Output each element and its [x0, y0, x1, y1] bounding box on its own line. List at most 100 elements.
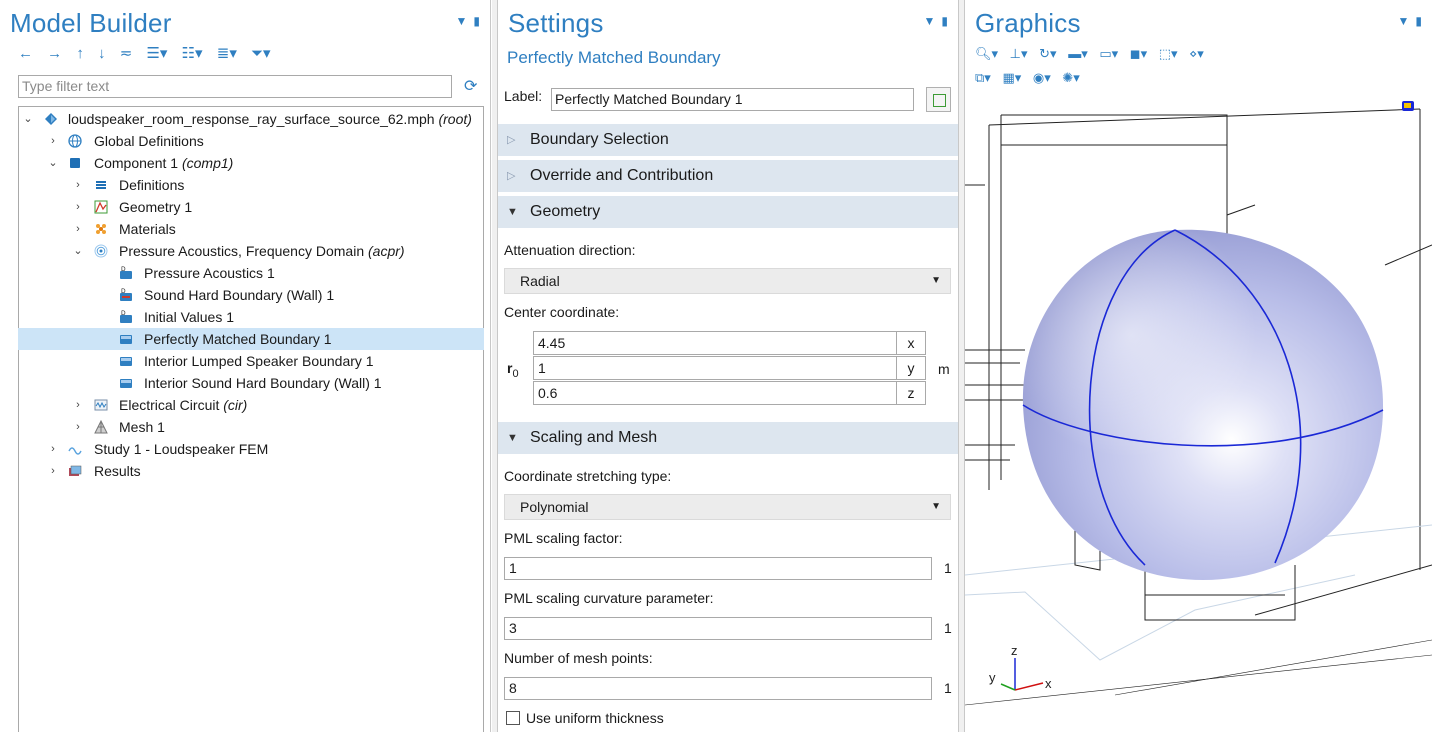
model-tree: ⌄ loudspeaker_room_response_ray_surface_… [18, 108, 484, 482]
move-left-icon[interactable]: ← [18, 45, 33, 62]
grid-icon[interactable]: ▦▾ [1002, 70, 1021, 86]
domain-feature-icon: D [120, 266, 132, 279]
rotate-icon[interactable]: ↻▾ [1039, 46, 1056, 62]
print-icon[interactable]: ▭▾ [1099, 46, 1118, 62]
tree-node-geometry[interactable]: › Geometry 1 [18, 196, 484, 218]
move-down-icon[interactable]: ↓ [98, 45, 106, 62]
pin-icon[interactable]: ▮ [1415, 14, 1422, 28]
tree-node-study[interactable]: › Study 1 - Loudspeaker FEM [18, 438, 484, 460]
pin-icon[interactable]: ▮ [941, 14, 948, 28]
chevron-right-icon: ▷ [507, 134, 516, 146]
refresh-icon[interactable]: ⟳ [464, 76, 477, 96]
panel-menu-icon[interactable]: ▼ [456, 14, 468, 28]
chevron-down-icon: ▼ [507, 206, 518, 218]
boundary-feature-icon [120, 379, 132, 388]
collapse-sections-icon[interactable]: ☷▾ [182, 44, 203, 62]
axis-view-icon[interactable]: ⊥▾ [1010, 46, 1028, 62]
selection-mode-icon[interactable]: ⋄▾ [1189, 46, 1204, 62]
tree-node-label: Materials [119, 221, 176, 237]
section-title: Scaling and Mesh [530, 429, 658, 446]
section-scaling-mesh[interactable]: ▼ Scaling and Mesh [498, 422, 958, 454]
zoom-icon[interactable]: 🔍︎▾ [975, 46, 998, 62]
move-up-icon[interactable]: ↑ [76, 45, 84, 62]
model-builder-toolbar: ← → ↑ ↓ ≂ ☰▾ ☷▾ ≣▾ ⏷▾ [18, 44, 281, 62]
tree-node-electrical-circuit[interactable]: › Electrical Circuit (cir) [18, 394, 484, 416]
model-builder-panel: Model Builder ▼ ▮ ← → ↑ ↓ ≂ ☰▾ ☷▾ ≣▾ ⏷▾ T… [0, 0, 491, 732]
filter-icon[interactable]: ⏷▾ [251, 44, 271, 62]
chevron-down-icon[interactable]: ⌄ [47, 152, 59, 174]
center-x-input[interactable]: 4.45 [533, 331, 897, 355]
tree-node-definitions[interactable]: › Definitions [18, 174, 484, 196]
model-file-icon [45, 113, 57, 125]
camera-icon[interactable]: ◼▾ [1130, 46, 1147, 62]
domain-feature-icon: D [120, 310, 132, 323]
svg-text:D: D [121, 266, 126, 273]
filter-input[interactable]: Type filter text [18, 75, 452, 98]
chevron-right-icon[interactable]: › [72, 218, 84, 240]
tree-node-materials[interactable]: › Materials [18, 218, 484, 240]
section-boundary-selection[interactable]: ▷ Boundary Selection [498, 124, 958, 156]
chevron-right-icon[interactable]: › [72, 196, 84, 218]
lighting-icon[interactable]: ✺▾ [1062, 70, 1079, 86]
chevron-right-icon[interactable]: › [47, 130, 59, 152]
chevron-right-icon[interactable]: › [72, 174, 84, 196]
render-icon[interactable]: ▬▾ [1068, 46, 1088, 62]
chevron-down-icon[interactable]: ⌄ [72, 240, 84, 262]
stretching-type-select[interactable]: Polynomial ▼ [504, 494, 951, 520]
axis-z-label: z [1011, 643, 1018, 658]
tree-node-pressure-acoustics[interactable]: ⌄ Pressure Acoustics, Frequency Domain (… [18, 240, 484, 262]
edit-label-button[interactable] [926, 87, 951, 112]
chevron-right-icon[interactable]: › [47, 438, 59, 460]
label-field[interactable]: Perfectly Matched Boundary 1 [551, 88, 914, 111]
center-y-input[interactable]: 1 [533, 356, 897, 380]
move-right-icon[interactable]: → [47, 45, 62, 62]
tree-node-results[interactable]: › Results [18, 460, 484, 482]
tree-node-interior-sound-hard[interactable]: Interior Sound Hard Boundary (Wall) 1 [18, 372, 484, 394]
section-geometry[interactable]: ▼ Geometry [498, 196, 958, 228]
boundary-feature-icon: D [120, 288, 132, 301]
pml-curvature-label: PML scaling curvature parameter: [504, 590, 714, 606]
center-coordinate-label: Center coordinate: [504, 304, 620, 320]
chevron-right-icon[interactable]: › [72, 416, 84, 438]
screenshot-icon[interactable]: ◉▾ [1033, 70, 1051, 86]
tree-node-label: Pressure Acoustics 1 [144, 265, 275, 281]
pin-icon[interactable]: ▮ [473, 14, 480, 28]
tree-node-interior-lumped-speaker[interactable]: Interior Lumped Speaker Boundary 1 [18, 350, 484, 372]
attenuation-select[interactable]: Radial ▼ [504, 268, 951, 294]
tree-node-component[interactable]: ⌄ Component 1 (comp1) [18, 152, 484, 174]
chevron-down-icon[interactable]: ⌄ [22, 108, 34, 130]
show-icon[interactable]: ≂ [120, 44, 133, 62]
panel-menu-icon[interactable]: ▼ [924, 14, 936, 28]
pml-scaling-input[interactable]: 1 [504, 557, 932, 580]
mesh-points-input[interactable]: 8 [504, 677, 932, 700]
boundary-feature-icon [120, 335, 132, 344]
chevron-right-icon[interactable]: › [72, 394, 84, 416]
tree-node-mesh[interactable]: › Mesh 1 [18, 416, 484, 438]
tree-node-sound-hard-boundary[interactable]: D Sound Hard Boundary (Wall) 1 [18, 284, 484, 306]
checkbox-box[interactable] [506, 711, 520, 725]
tree-node-root[interactable]: ⌄ loudspeaker_room_response_ray_surface_… [18, 108, 484, 130]
tree-node-perfectly-matched-boundary[interactable]: Perfectly Matched Boundary 1 [18, 328, 484, 350]
graphics-canvas[interactable]: z x y [965, 95, 1432, 732]
select-box-icon[interactable]: ⬚▾ [1159, 46, 1178, 62]
uniform-thickness-checkbox[interactable]: Use uniform thickness [506, 710, 664, 726]
pml-curvature-unit: 1 [944, 620, 952, 636]
clipping-icon[interactable]: ⧉▾ [975, 70, 991, 86]
tree-node-label: Electrical Circuit [119, 397, 220, 413]
tree-node-initial-values[interactable]: D Initial Values 1 [18, 306, 484, 328]
axis-triad: z x y [989, 643, 1052, 691]
tree-node-global-definitions[interactable]: › Global Definitions [18, 130, 484, 152]
pml-curvature-input[interactable]: 3 [504, 617, 932, 640]
section-override-contribution[interactable]: ▷ Override and Contribution [498, 160, 958, 192]
panel-menu-icon[interactable]: ▼ [1398, 14, 1410, 28]
study-icon [68, 447, 82, 455]
chevron-right-icon[interactable]: › [47, 460, 59, 482]
dropdown-caret-icon: ▼ [931, 501, 941, 512]
tree-node-pressure-acoustics-1[interactable]: D Pressure Acoustics 1 [18, 262, 484, 284]
axis-y-label: y [989, 670, 996, 685]
center-z-input[interactable]: 0.6 [533, 381, 897, 405]
expand-sections-icon[interactable]: ☰▾ [146, 44, 167, 62]
list-options-icon[interactable]: ≣▾ [217, 44, 237, 62]
pml-sphere[interactable] [1022, 229, 1384, 580]
dropdown-caret-icon: ▼ [931, 275, 941, 286]
